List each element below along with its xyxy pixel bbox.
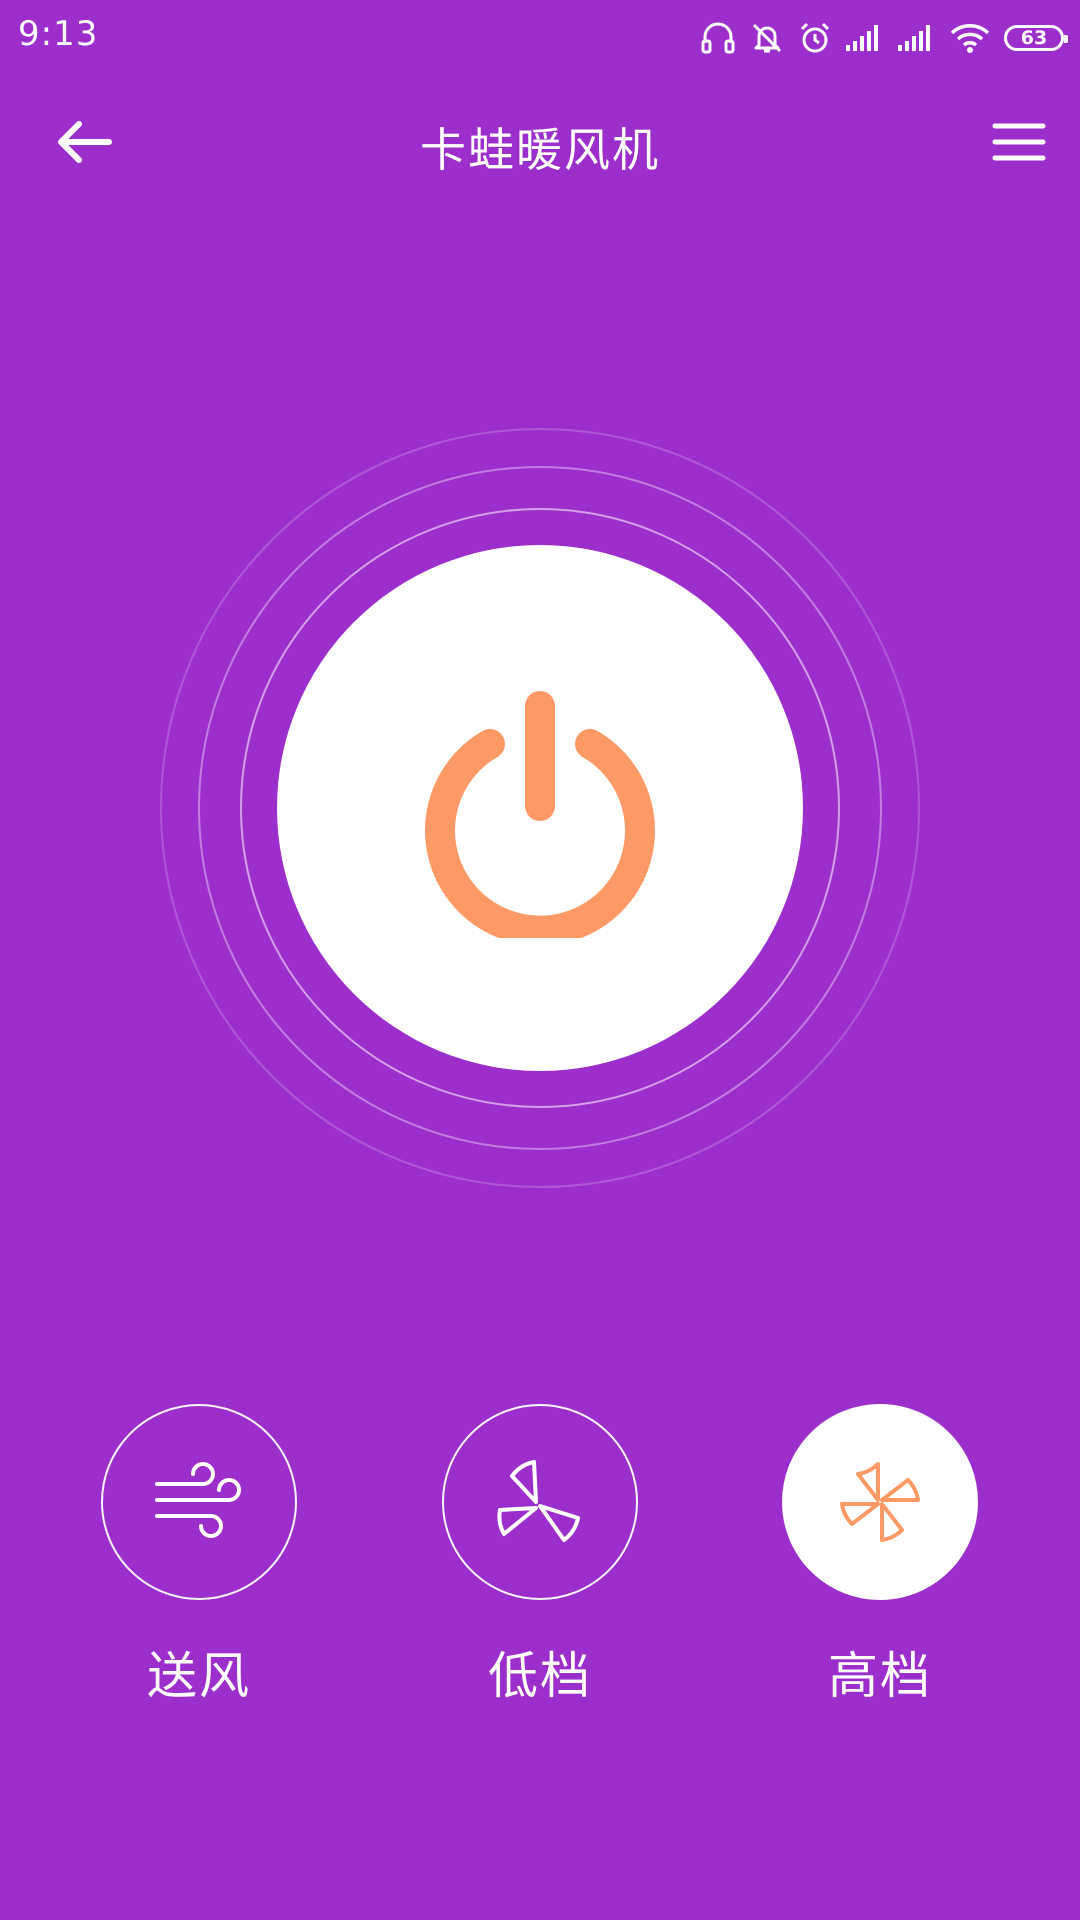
- mode-item-fan-only: 送风: [101, 1404, 297, 1708]
- high-mode-button[interactable]: [782, 1404, 978, 1600]
- mode-label: 低档: [488, 1647, 592, 1705]
- signal-icon: [898, 23, 936, 53]
- low-mode-button[interactable]: [442, 1404, 638, 1600]
- status-icons: 63: [686, 18, 1068, 58]
- alarm-icon: [798, 21, 832, 55]
- fan-high-icon: [840, 1462, 920, 1542]
- signal-icon: [846, 23, 884, 53]
- battery-level: 63: [1004, 25, 1068, 51]
- page-title: 卡蛙暖风机: [420, 123, 660, 177]
- hamburger-menu-icon: [992, 123, 1046, 161]
- mode-item-high: 高档: [782, 1404, 978, 1708]
- status-time: 9:13: [18, 14, 99, 54]
- power-icon: [425, 691, 655, 938]
- mode-label: 高档: [828, 1647, 932, 1705]
- fan-low-icon: [497, 1460, 580, 1542]
- mode-label: 送风: [147, 1647, 251, 1705]
- wifi-icon: [950, 22, 990, 54]
- menu-button[interactable]: [984, 112, 1054, 172]
- app-bar: 卡蛙暖风机: [0, 72, 1080, 212]
- mode-item-low: 低档: [442, 1404, 638, 1708]
- wind-icon: [155, 1462, 241, 1538]
- status-bar: 9:13 63: [0, 0, 1080, 72]
- power-area: [160, 428, 920, 1188]
- mode-selector: 送风 低档 高档: [0, 1404, 1080, 1724]
- silent-bell-icon: [750, 21, 784, 55]
- battery-icon: 63: [1004, 25, 1068, 51]
- headphones-icon: [700, 21, 736, 55]
- wind-mode-button[interactable]: [101, 1404, 297, 1600]
- power-button[interactable]: [277, 545, 803, 1071]
